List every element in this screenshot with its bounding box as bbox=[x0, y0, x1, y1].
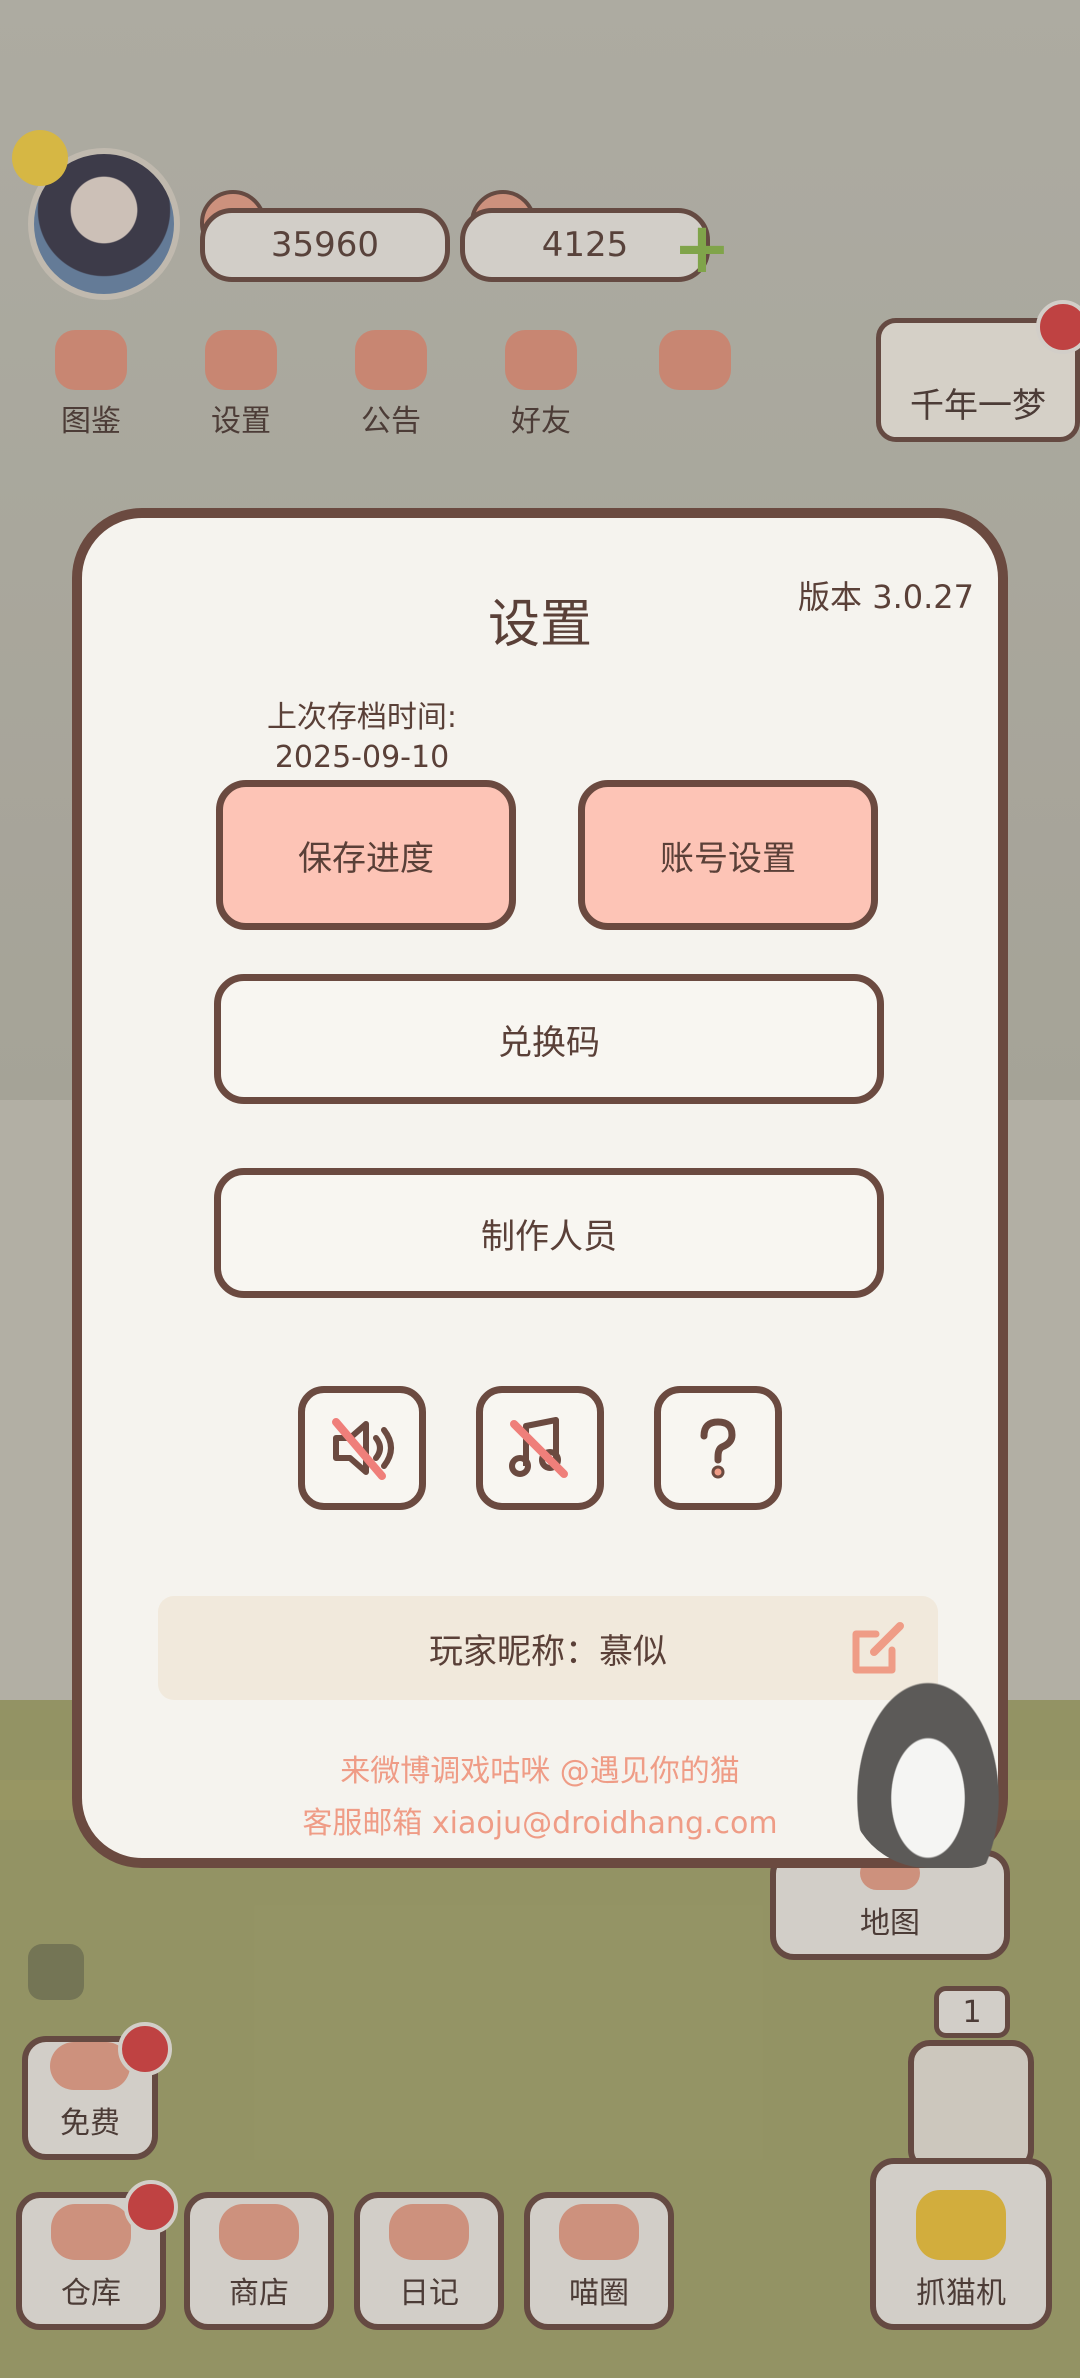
music-toggle-button[interactable] bbox=[476, 1386, 604, 1510]
account-settings-label: 账号设置 bbox=[660, 838, 796, 879]
save-progress-label: 保存进度 bbox=[298, 838, 434, 879]
edit-icon[interactable] bbox=[848, 1616, 910, 1678]
sound-toggle-button[interactable] bbox=[298, 1386, 426, 1510]
account-settings-button[interactable]: 账号设置 bbox=[578, 780, 878, 930]
credits-label: 制作人员 bbox=[481, 1216, 617, 1257]
cat-photo bbox=[848, 1668, 1008, 1868]
credits-button[interactable]: 制作人员 bbox=[214, 1168, 884, 1298]
help-icon bbox=[700, 1418, 736, 1479]
help-button[interactable] bbox=[654, 1386, 782, 1510]
redeem-code-label: 兑换码 bbox=[498, 1022, 600, 1063]
last-save-label: 上次存档时间: bbox=[266, 700, 458, 735]
sound-muted-icon bbox=[332, 1418, 394, 1480]
nickname-label: 玩家昵称：慕似 bbox=[429, 1631, 667, 1672]
redeem-code-button[interactable]: 兑换码 bbox=[214, 974, 884, 1104]
music-muted-icon bbox=[509, 1417, 568, 1478]
settings-dialog: 设置 版本 3.0.27 上次存档时间: 2025-09-10 17:21 保存… bbox=[72, 508, 1008, 1868]
nickname-field[interactable]: 玩家昵称：慕似 bbox=[158, 1596, 938, 1700]
save-progress-button[interactable]: 保存进度 bbox=[216, 780, 516, 930]
version-label: 版本 3.0.27 bbox=[798, 578, 974, 616]
